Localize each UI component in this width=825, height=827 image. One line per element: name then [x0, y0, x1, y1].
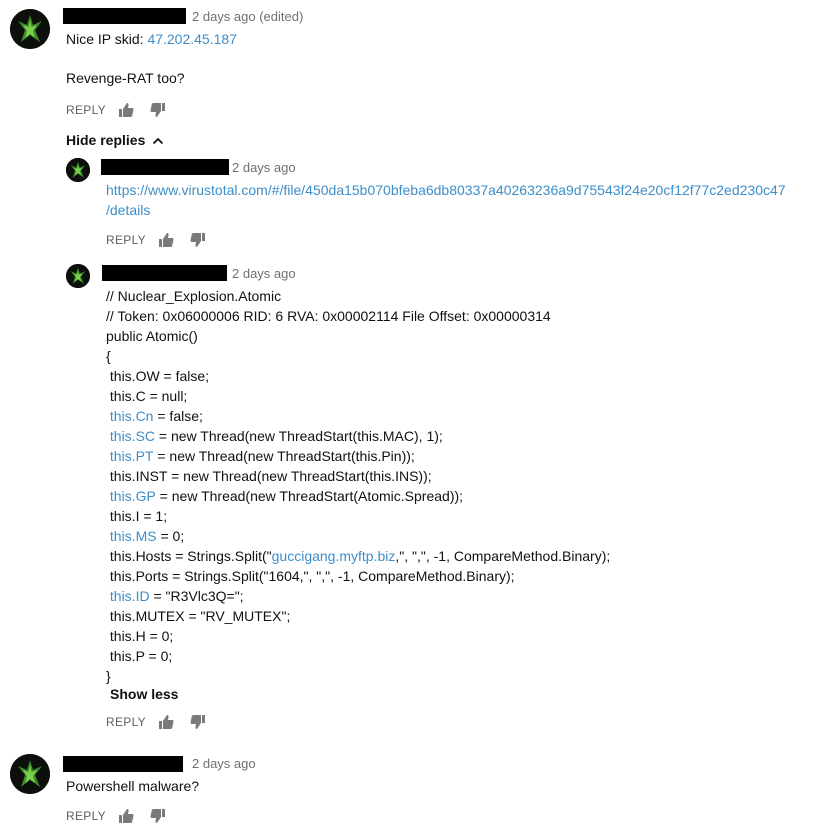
code-text: this.P = 0; [106, 648, 173, 664]
code-text: = new Thread(new ThreadStart(Atomic.Spre… [155, 488, 464, 504]
code-line: this.GP = new Thread(new ThreadStart(Ato… [106, 486, 463, 506]
avatar-icon [66, 264, 90, 288]
code-text: this.H = 0; [106, 628, 174, 644]
code-text: = 0; [156, 528, 185, 544]
code-text: { [106, 348, 111, 364]
reply2-author-redacted[interactable] [102, 265, 227, 281]
reply2-like-button[interactable] [158, 714, 174, 730]
reply1-url-link-2[interactable]: /details [106, 202, 150, 218]
code-text: this.I = 1; [106, 508, 168, 524]
code-text: // Nuclear_Explosion.Atomic [106, 288, 282, 304]
code-text: // Token: 0x06000006 RID: 6 RVA: 0x00002… [106, 308, 551, 324]
reply2-timestamp[interactable]: 2 days ago [232, 266, 296, 281]
comment2-avatar[interactable] [10, 754, 50, 794]
code-line: this.Hosts = Strings.Split("guccigang.my… [106, 546, 610, 566]
code-line: this.ID = "R3Vlc3Q="; [106, 586, 244, 606]
code-line: this.SC = new Thread(new ThreadStart(thi… [106, 426, 443, 446]
code-text: = false; [153, 408, 203, 424]
comment2-reply-button[interactable]: REPLY [66, 809, 106, 823]
code-text: = "R3Vlc3Q="; [149, 588, 244, 604]
reply2-avatar[interactable] [66, 264, 90, 288]
code-text: this.C = null; [106, 388, 188, 404]
code-text: ,", ",", -1, CompareMethod.Binary); [395, 548, 611, 564]
code-line: this.INST = new Thread(new ThreadStart(t… [106, 466, 432, 486]
comment1-timestamp[interactable]: 2 days ago (edited) [192, 9, 303, 24]
avatar-icon [10, 754, 50, 794]
code-link[interactable]: guccigang.myftp.biz [272, 548, 396, 564]
reply1-reply-button[interactable]: REPLY [106, 233, 146, 247]
comment2-author-redacted[interactable] [63, 756, 183, 772]
reply1-url-link-1[interactable]: https://www.virustotal.com/#/file/450da1… [106, 182, 786, 198]
comment1-dislike-button[interactable] [150, 102, 166, 118]
reply1-dislike-button[interactable] [190, 232, 206, 248]
avatar-icon [66, 158, 90, 182]
code-text: this.MUTEX = "RV_MUTEX"; [106, 608, 291, 624]
hide-replies-toggle[interactable]: Hide replies [66, 132, 164, 148]
comment2-dislike-button[interactable] [150, 808, 166, 824]
code-line: // Nuclear_Explosion.Atomic [106, 286, 281, 306]
thumbs-up-icon [119, 103, 134, 117]
code-line: public Atomic() [106, 326, 198, 346]
code-text: } [106, 668, 111, 684]
code-text: this.OW = false; [106, 368, 210, 384]
reply2-reply-button[interactable]: REPLY [106, 715, 146, 729]
code-text: this.Hosts = Strings.Split(" [106, 548, 272, 564]
code-text: this.Ports = Strings.Split("1604,", ",",… [106, 568, 515, 584]
code-line: this.PT = new Thread(new ThreadStart(thi… [106, 446, 415, 466]
show-less-button[interactable]: Show less [110, 686, 178, 702]
thumbs-up-icon [159, 715, 174, 729]
comment2-timestamp[interactable]: 2 days ago [192, 756, 256, 771]
code-line: { [106, 346, 111, 366]
comment1-line1-text: Nice IP skid: [66, 31, 148, 47]
code-line: this.C = null; [106, 386, 187, 406]
thumbs-up-icon [159, 233, 174, 247]
reply1-author-redacted[interactable] [101, 159, 229, 175]
code-line: this.MS = 0; [106, 526, 184, 546]
code-line: // Token: 0x06000006 RID: 6 RVA: 0x00002… [106, 306, 551, 326]
comment2-text: Powershell malware? [66, 778, 200, 794]
code-text: this.INST = new Thread(new ThreadStart(t… [106, 468, 432, 484]
code-line: this.OW = false; [106, 366, 209, 386]
thumbs-down-icon [150, 809, 165, 823]
chevron-up-icon [153, 137, 164, 145]
reply1-like-button[interactable] [158, 232, 174, 248]
code-text: public Atomic() [106, 328, 198, 344]
code-line: this.P = 0; [106, 646, 172, 666]
hide-replies-label: Hide replies [66, 132, 146, 148]
comment1-line1: Nice IP skid: 47.202.45.187 [66, 31, 237, 47]
code-line: } [106, 666, 111, 686]
reply1-avatar[interactable] [66, 158, 90, 182]
code-link[interactable]: this.GP [110, 488, 156, 504]
code-link[interactable]: this.SC [110, 428, 155, 444]
comment2-like-button[interactable] [118, 808, 134, 824]
code-text: = new Thread(new ThreadStart(this.MAC), … [155, 428, 443, 444]
code-link[interactable]: this.ID [110, 588, 150, 604]
avatar-icon [10, 9, 50, 49]
code-line: this.I = 1; [106, 506, 167, 526]
thumbs-down-icon [190, 715, 205, 729]
thumbs-down-icon [190, 233, 205, 247]
code-link[interactable]: this.MS [110, 528, 157, 544]
reply2-dislike-button[interactable] [190, 714, 206, 730]
code-line: this.Cn = false; [106, 406, 203, 426]
comment1-author-redacted[interactable] [63, 8, 186, 24]
comment1-avatar[interactable] [10, 9, 50, 49]
code-line: this.H = 0; [106, 626, 173, 646]
comment1-line2: Revenge-RAT too? [66, 70, 185, 86]
code-text: = new Thread(new ThreadStart(this.Pin)); [153, 448, 415, 464]
code-link[interactable]: this.Cn [110, 408, 154, 424]
comment1-ip-link[interactable]: 47.202.45.187 [147, 31, 237, 47]
code-line: this.Ports = Strings.Split("1604,", ",",… [106, 566, 515, 586]
comment1-reply-button[interactable]: REPLY [66, 103, 106, 117]
code-line: this.MUTEX = "RV_MUTEX"; [106, 606, 290, 626]
comment1-like-button[interactable] [118, 102, 134, 118]
reply1-timestamp[interactable]: 2 days ago [232, 160, 296, 175]
code-link[interactable]: this.PT [110, 448, 154, 464]
thumbs-down-icon [150, 103, 165, 117]
thumbs-up-icon [119, 809, 134, 823]
